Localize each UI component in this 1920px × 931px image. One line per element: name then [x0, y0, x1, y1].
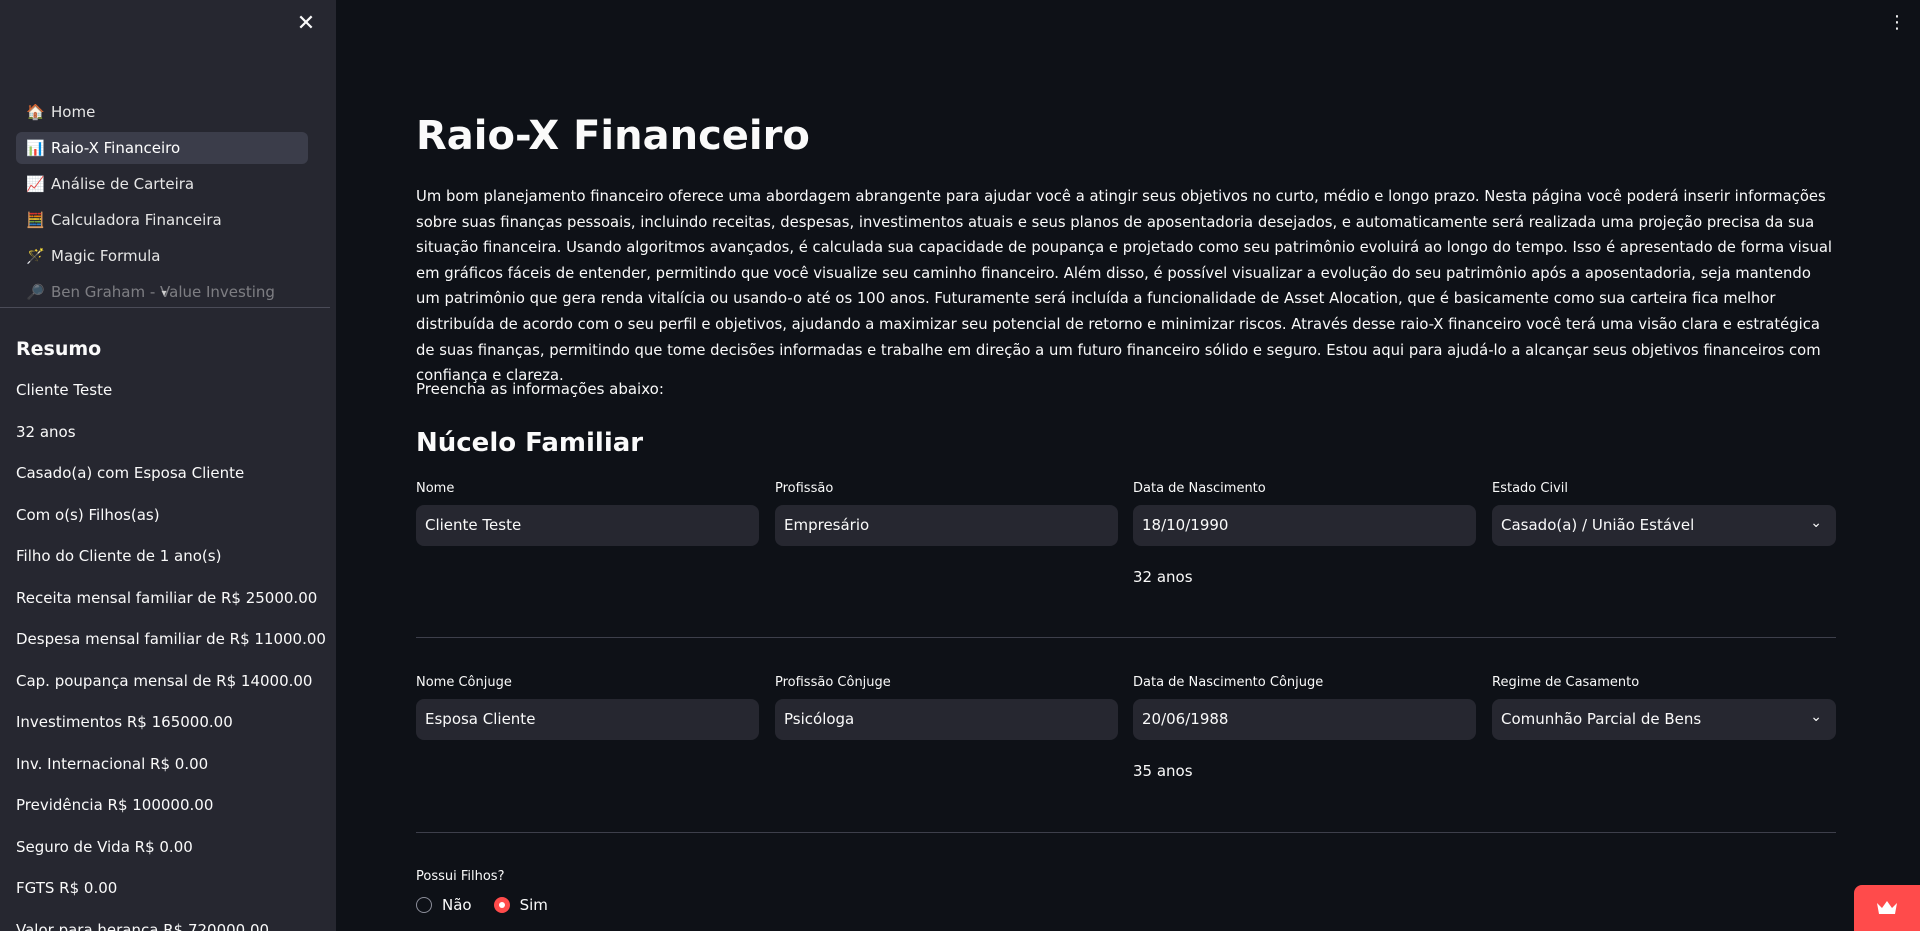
divider [0, 307, 330, 308]
profissao-conjuge-input[interactable]: Psicóloga [775, 699, 1118, 740]
nome-input[interactable]: Cliente Teste [416, 505, 759, 546]
resumo-line: Despesa mensal familiar de R$ 11000.00 [16, 630, 326, 648]
estado-civil-select[interactable]: Casado(a) / União Estável ⌄ [1492, 505, 1836, 546]
chevron-down-icon: ⌄ [1810, 709, 1822, 725]
profissao-input[interactable]: Empresário [775, 505, 1118, 546]
form-prompt: Preencha as informações abaixo: [416, 380, 664, 398]
resumo-line: Investimentos R$ 165000.00 [16, 713, 233, 731]
intro-paragraph: Um bom planejamento financeiro oferece u… [416, 188, 1833, 385]
radio-sim[interactable]: Sim [493, 896, 548, 914]
sidebar-item-raio-x-financeiro[interactable]: 📊 Raio-X Financeiro [16, 132, 308, 164]
profissao-label: Profissão [775, 481, 834, 496]
resumo-line: Com o(s) Filhos(as) [16, 505, 160, 524]
resumo-line: Valor para herança R$ 720000.00 [16, 920, 270, 931]
sidebar-item-label: Análise de Carteira [51, 175, 195, 193]
main-content: Raio-X Financeiro Um bom planejamento fi… [416, 0, 1836, 931]
nome-conjuge-input[interactable]: Esposa Cliente [416, 699, 759, 740]
sidebar-item-label: Raio-X Financeiro [51, 139, 181, 157]
nome-label: Nome [416, 481, 455, 496]
page-title: Raio-X Financeiro [416, 113, 810, 159]
abacus-icon: 🧮 [26, 211, 45, 229]
resumo-line: Previdência R$ 100000.00 [16, 796, 214, 814]
resumo-line: 32 anos [16, 422, 76, 441]
nome-conjuge-label: Nome Cônjuge [416, 675, 512, 690]
data-nascimento-conjuge-label: Data de Nascimento Cônjuge [1133, 675, 1324, 690]
resumo-title: Resumo [16, 338, 102, 360]
section-title: Núcelo Familiar [416, 428, 644, 458]
resumo-line: Cap. poupança mensal de R$ 14000.00 [16, 671, 313, 690]
radio-label: Não [442, 896, 472, 914]
divider [416, 637, 1836, 638]
sidebar-item-label: Magic Formula [51, 247, 161, 265]
sidebar-nav: 🏠 Home 📊 Raio-X Financeiro 📈 Análise de … [16, 96, 308, 300]
regime-casamento-select[interactable]: Comunhão Parcial de Bens ⌄ [1492, 699, 1836, 740]
data-nascimento-conjuge-input[interactable]: 20/06/1988 [1133, 699, 1476, 740]
sidebar-item-label: Home [51, 103, 96, 121]
resumo-line: Filho do Cliente de 1 ano(s) [16, 547, 222, 565]
regime-casamento-value: Comunhão Parcial de Bens [1501, 710, 1702, 728]
sidebar-item-calculadora-financeira[interactable]: 🧮 Calculadora Financeira [16, 204, 308, 236]
resumo-line: Receita mensal familiar de R$ 25000.00 [16, 588, 318, 607]
regime-casamento-label: Regime de Casamento [1492, 675, 1640, 690]
radio-circle-selected-icon [493, 897, 510, 913]
profissao-conjuge-label: Profissão Cônjuge [775, 675, 891, 690]
house-icon: 🏠 [26, 103, 45, 121]
resumo-line: Seguro de Vida R$ 0.00 [16, 837, 193, 856]
resumo-line: Cliente Teste [16, 381, 113, 399]
main-menu-icon[interactable]: ⋮ [1888, 12, 1906, 34]
close-sidebar-icon[interactable]: ✕ [294, 12, 318, 36]
streamlit-crown-badge[interactable] [1854, 885, 1920, 931]
estado-civil-value: Casado(a) / União Estável [1501, 516, 1695, 534]
estado-civil-label: Estado Civil [1492, 481, 1568, 496]
resumo-line: Casado(a) com Esposa Cliente [16, 464, 245, 482]
radio-nao[interactable]: Não [416, 896, 472, 914]
chart-increasing-icon: 📈 [26, 175, 45, 193]
client-age: 32 anos [1133, 568, 1193, 586]
magnifier-icon: 🔎 [26, 283, 45, 300]
spouse-age: 35 anos [1133, 762, 1193, 780]
radio-circle-icon [416, 897, 432, 913]
sidebar-item-magic-formula[interactable]: 🪄 Magic Formula [16, 240, 308, 272]
chevron-down-icon: ⌄ [1810, 515, 1822, 531]
resumo-line: Inv. Internacional R$ 0.00 [16, 754, 209, 773]
sidebar: ✕ 🏠 Home 📊 Raio-X Financeiro 📈 Análise d… [0, 0, 336, 931]
divider [416, 832, 1836, 833]
sidebar-item-label: Calculadora Financeira [51, 211, 222, 229]
possui-filhos-label: Possui Filhos? [416, 869, 505, 884]
sidebar-item-home[interactable]: 🏠 Home [16, 96, 308, 128]
radio-label: Sim [519, 896, 548, 914]
resumo-line: FGTS R$ 0.00 [16, 879, 118, 897]
possui-filhos-radio-group: Não Sim [416, 896, 570, 914]
data-nascimento-label: Data de Nascimento [1133, 481, 1266, 496]
resumo-panel: Resumo Cliente Teste 32 anos Casado(a) c… [16, 338, 326, 931]
data-nascimento-input[interactable]: 18/10/1990 [1133, 505, 1476, 546]
expand-nav-chevron-icon[interactable]: ▾ [157, 288, 171, 302]
bar-chart-icon: 📊 [26, 139, 45, 157]
crown-icon [1877, 901, 1897, 914]
sidebar-item-analise-de-carteira[interactable]: 📈 Análise de Carteira [16, 168, 308, 200]
magic-wand-icon: 🪄 [26, 247, 45, 265]
